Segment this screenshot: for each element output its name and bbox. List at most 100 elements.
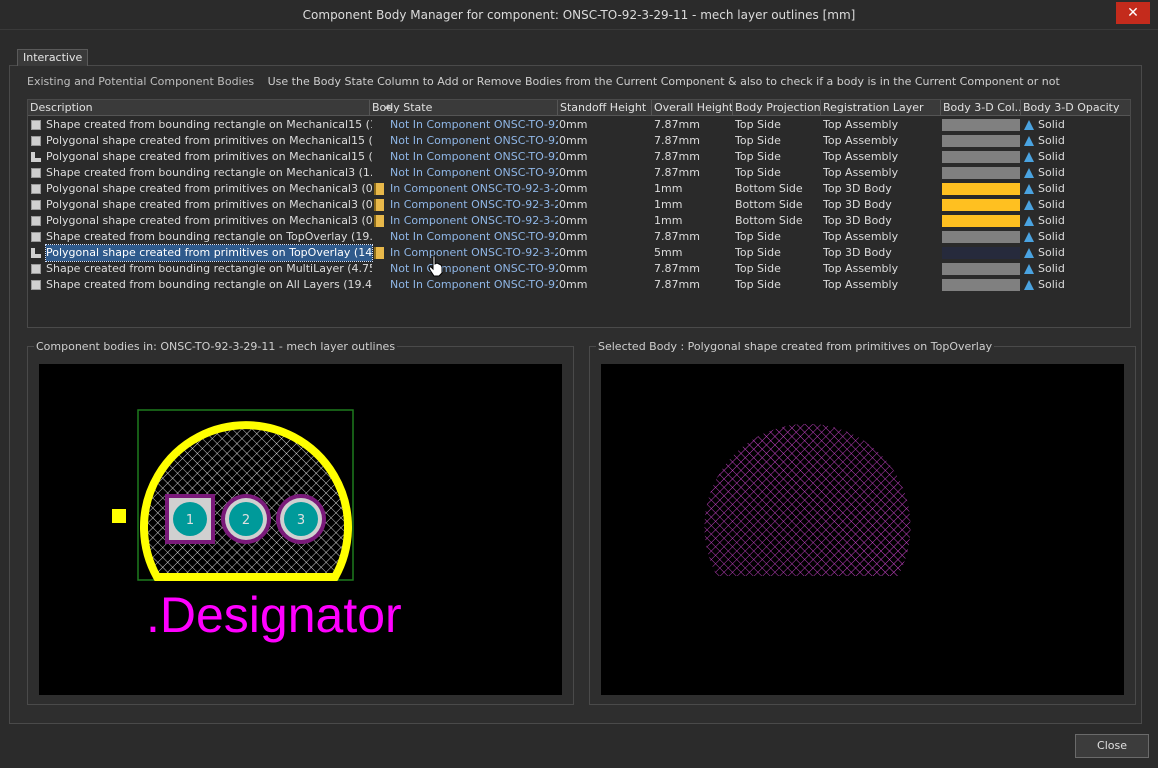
tab-interactive[interactable]: Interactive	[17, 49, 89, 66]
cell-body-projection: Top Side	[735, 134, 781, 147]
opacity-icon	[1024, 168, 1034, 178]
cell-standoff-height: 0mm	[559, 230, 588, 243]
cell-body-state[interactable]: Not In Component ONSC-TO-92-	[390, 165, 558, 181]
rect-icon	[31, 200, 41, 210]
cell-standoff-height: 0mm	[559, 246, 588, 259]
cell-body-color-swatch[interactable]	[942, 151, 1020, 163]
close-button[interactable]: Close	[1075, 734, 1149, 758]
column-header-description[interactable]: Description	[28, 100, 370, 116]
close-icon[interactable]: ✕	[1116, 2, 1150, 24]
rect-icon	[31, 280, 41, 290]
cell-body-color-swatch[interactable]	[942, 119, 1020, 131]
cell-standoff-height: 0mm	[559, 166, 588, 179]
cell-body-color-swatch[interactable]	[942, 247, 1020, 259]
cell-body-color-swatch[interactable]	[942, 183, 1020, 195]
table-row[interactable]: Shape created from bounding rectangle on…	[28, 165, 1130, 181]
cell-body-state[interactable]: In Component ONSC-TO-92-3-29	[390, 197, 558, 213]
cell-body-state[interactable]: In Component ONSC-TO-92-3-29	[390, 213, 558, 229]
component-body-icon[interactable]	[374, 215, 384, 227]
cell-body-opacity: Solid	[1038, 246, 1065, 259]
rect-icon	[31, 184, 41, 194]
table-row[interactable]: Polygonal shape created from primitives …	[28, 149, 1130, 165]
component-bodies-label: Component bodies in: ONSC-TO-92-3-29-11 …	[34, 340, 398, 353]
table-row[interactable]: Shape created from bounding rectangle on…	[28, 261, 1130, 277]
cell-body-projection: Top Side	[735, 118, 781, 131]
cell-body-opacity: Solid	[1038, 214, 1065, 227]
component-body-icon[interactable]	[374, 199, 384, 211]
cell-standoff-height: 0mm	[559, 182, 588, 195]
table-row[interactable]: Polygonal shape created from primitives …	[28, 181, 1130, 197]
table-row[interactable]: Polygonal shape created from primitives …	[28, 133, 1130, 149]
cell-description: Polygonal shape created from primitives …	[46, 198, 372, 211]
cell-body-state[interactable]: Not In Component ONSC-TO-92-	[390, 261, 558, 277]
table-row[interactable]: Shape created from bounding rectangle on…	[28, 117, 1130, 133]
cell-registration-layer: Top 3D Body	[823, 214, 892, 227]
window-title: Component Body Manager for component: ON…	[302, 8, 856, 22]
cell-body-opacity: Solid	[1038, 262, 1065, 275]
cell-overall-height: 1mm	[654, 214, 683, 227]
cell-body-opacity: Solid	[1038, 230, 1065, 243]
table-row[interactable]: Polygonal shape created from primitives …	[28, 197, 1130, 213]
designator-text: .Designator	[146, 587, 402, 643]
cell-body-color-swatch[interactable]	[942, 215, 1020, 227]
cell-body-state[interactable]: Not In Component ONSC-TO-92-	[390, 149, 558, 165]
component-body-icon[interactable]	[374, 183, 384, 195]
opacity-icon	[1024, 120, 1034, 130]
column-header-body-opacity[interactable]: Body 3-D Opacity	[1021, 100, 1130, 116]
opacity-icon	[1024, 280, 1034, 290]
table-row[interactable]: Shape created from bounding rectangle on…	[28, 229, 1130, 245]
cell-registration-layer: Top Assembly	[823, 230, 899, 243]
footprint-graphic: 1 2 3 .Designator	[112, 409, 402, 643]
column-header-registration-layer[interactable]: Registration Layer	[821, 100, 941, 116]
opacity-icon	[1024, 216, 1034, 226]
cell-description: Shape created from bounding rectangle on…	[46, 262, 372, 275]
rect-icon	[31, 136, 41, 146]
hand-cursor-icon	[428, 255, 443, 277]
cell-body-color-swatch[interactable]	[942, 279, 1020, 291]
cell-body-color-swatch[interactable]	[942, 199, 1020, 211]
cell-body-state[interactable]: In Component ONSC-TO-92-3-29	[390, 245, 558, 261]
cell-standoff-height: 0mm	[559, 198, 588, 211]
column-header-body-color[interactable]: Body 3-D Col...	[941, 100, 1021, 116]
component-preview-canvas[interactable]: 1 2 3 .Designator	[39, 364, 562, 695]
cell-body-opacity: Solid	[1038, 118, 1065, 131]
cell-body-color-swatch[interactable]	[942, 231, 1020, 243]
cell-body-projection: Bottom Side	[735, 214, 803, 227]
cell-body-color-swatch[interactable]	[942, 263, 1020, 275]
cell-overall-height: 7.87mm	[654, 150, 700, 163]
column-header-standoff-height[interactable]: Standoff Height	[558, 100, 652, 116]
cell-body-state[interactable]: Not In Component ONSC-TO-92-	[390, 229, 558, 245]
table-row[interactable]: Shape created from bounding rectangle on…	[28, 277, 1130, 293]
column-header-body-projection[interactable]: Body Projection	[733, 100, 821, 116]
cell-body-projection: Top Side	[735, 230, 781, 243]
cell-body-color-swatch[interactable]	[942, 167, 1020, 179]
selected-body-shape	[704, 423, 911, 576]
pad-1-label: 1	[186, 513, 194, 528]
column-header-body-state[interactable]: Body State	[370, 100, 558, 116]
poly-icon	[31, 152, 41, 162]
cell-registration-layer: Top Assembly	[823, 150, 899, 163]
cell-registration-layer: Top Assembly	[823, 278, 899, 291]
rect-icon	[31, 120, 41, 130]
selected-body-graphic	[704, 423, 911, 576]
cell-description: Polygonal shape created from primitives …	[46, 182, 372, 195]
cell-description: Shape created from bounding rectangle on…	[46, 118, 372, 131]
opacity-icon	[1024, 264, 1034, 274]
cell-body-state[interactable]: Not In Component ONSC-TO-92-	[390, 133, 558, 149]
table-row[interactable]: Polygonal shape created from primitives …	[28, 213, 1130, 229]
rect-icon	[31, 216, 41, 226]
cell-body-state[interactable]: Not In Component ONSC-TO-92-	[390, 117, 558, 133]
cell-standoff-height: 0mm	[559, 134, 588, 147]
cell-body-state[interactable]: Not In Component ONSC-TO-92-	[390, 277, 558, 293]
column-header-overall-height[interactable]: Overall Height	[652, 100, 733, 116]
cell-standoff-height: 0mm	[559, 214, 588, 227]
pad-3-label: 3	[297, 513, 305, 528]
cell-description: Polygonal shape created from primitives …	[46, 214, 372, 227]
cell-body-state[interactable]: In Component ONSC-TO-92-3-29	[390, 181, 558, 197]
cell-body-color-swatch[interactable]	[942, 135, 1020, 147]
cell-overall-height: 5mm	[654, 246, 683, 259]
selected-body-canvas[interactable]	[601, 364, 1124, 695]
table-row[interactable]: Polygonal shape created from primitives …	[28, 244, 1130, 262]
cell-body-opacity: Solid	[1038, 166, 1065, 179]
component-body-icon[interactable]	[374, 247, 384, 259]
